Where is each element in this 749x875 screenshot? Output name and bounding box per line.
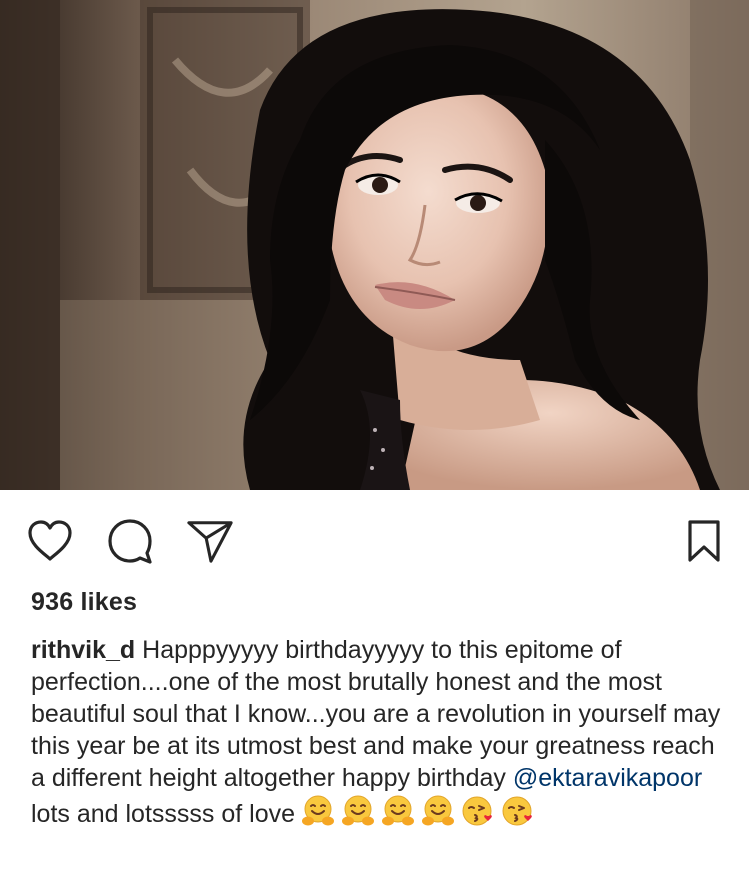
post-action-bar (0, 505, 749, 575)
post-photo[interactable] (0, 0, 749, 490)
portrait-photo (0, 0, 749, 490)
caption-emojis (301, 794, 535, 828)
face-blowing-kiss-icon (501, 794, 535, 828)
post-caption: rithvik_d Happpyyyyy birthdayyyyy to thi… (31, 634, 721, 830)
hugging-face-icon (421, 794, 455, 828)
caption-mention[interactable]: @ektaravikapoor (513, 764, 702, 792)
face-blowing-kiss-icon (461, 794, 495, 828)
hugging-face-icon (381, 794, 415, 828)
like-count[interactable]: 936 likes (31, 588, 137, 617)
bookmark-icon[interactable] (680, 517, 728, 565)
hugging-face-icon (341, 794, 375, 828)
caption-username[interactable]: rithvik_d (31, 636, 135, 664)
heart-icon[interactable] (26, 517, 74, 565)
caption-text-end: lots and lotsssss of love (31, 800, 296, 828)
hugging-face-icon (301, 794, 335, 828)
paper-plane-icon[interactable] (186, 517, 234, 565)
comment-bubble-icon[interactable] (106, 517, 154, 565)
